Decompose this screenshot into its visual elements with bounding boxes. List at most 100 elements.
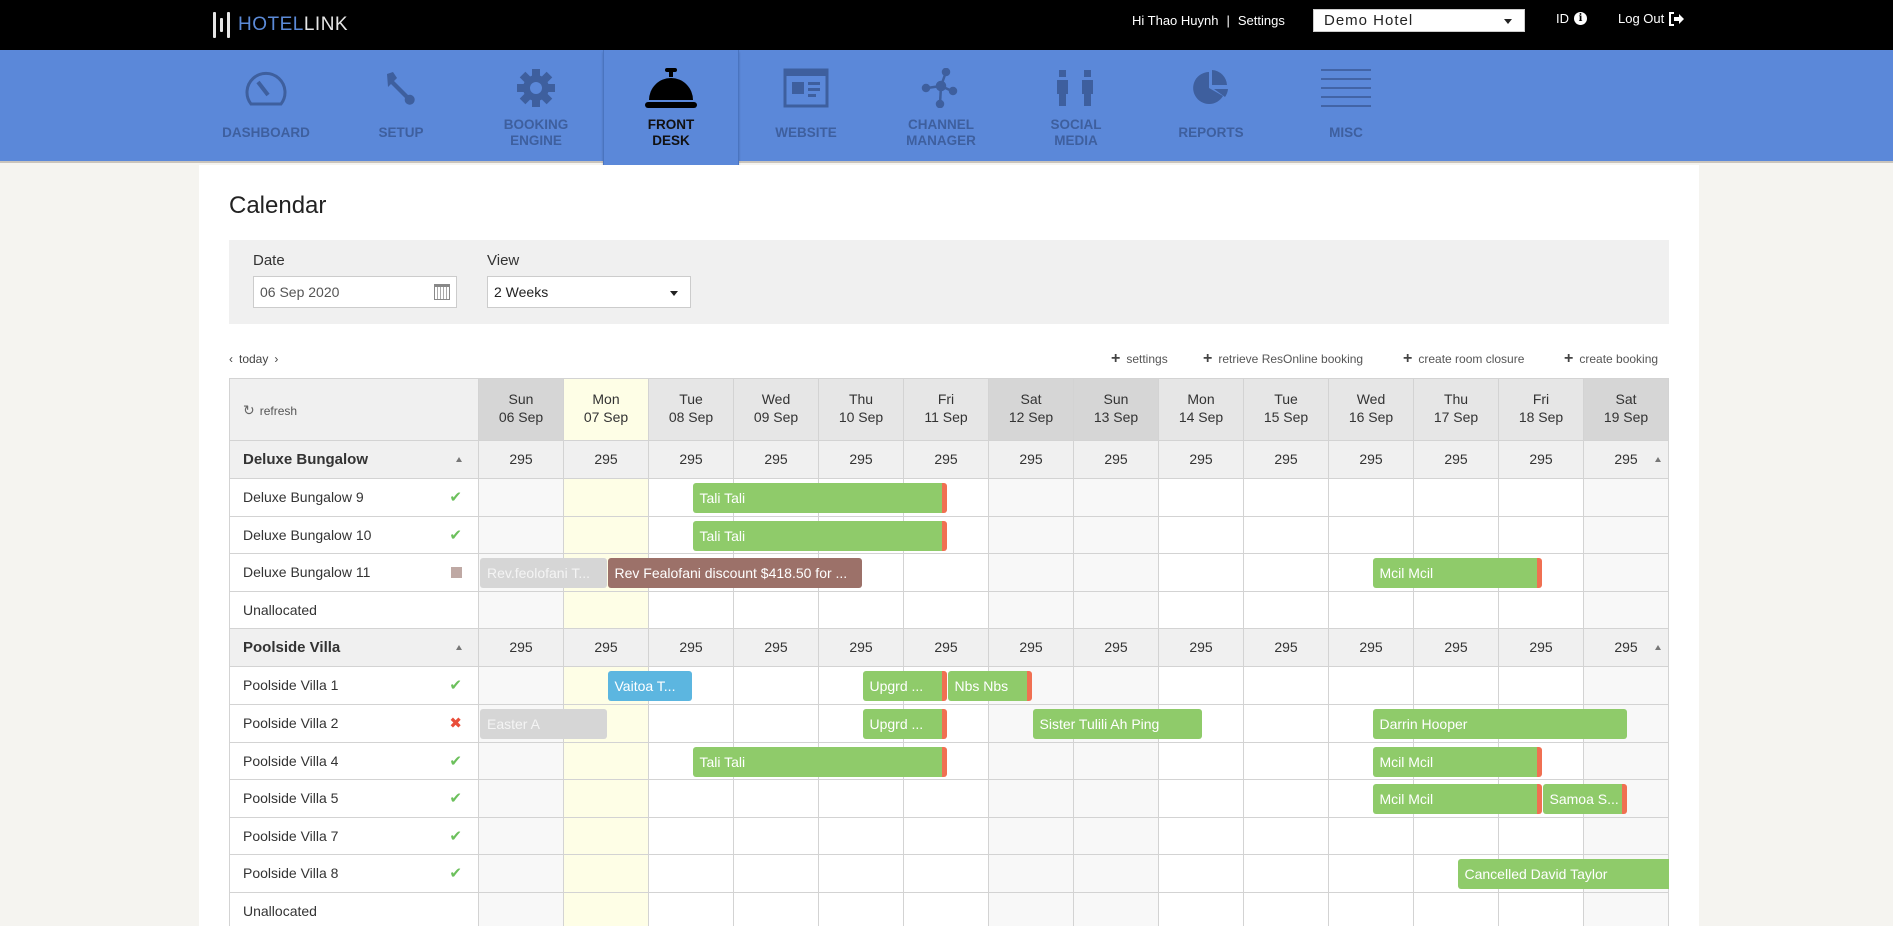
booking-bar[interactable]: Rev.feolofani T... <box>480 558 607 589</box>
day-slot[interactable] <box>819 780 904 818</box>
day-slot[interactable] <box>564 817 649 856</box>
rate-cell[interactable]: 295 <box>1499 629 1584 668</box>
day-slot[interactable] <box>1074 817 1159 856</box>
day-slot[interactable] <box>564 780 649 818</box>
day-slot[interactable] <box>904 817 989 856</box>
day-slot[interactable] <box>1074 892 1159 926</box>
booking-bar[interactable]: Samoa S... <box>1542 784 1627 815</box>
chevron-right-icon[interactable]: › <box>274 352 278 366</box>
rate-cell[interactable]: 295 <box>1074 441 1159 479</box>
day-slot[interactable] <box>1499 667 1584 705</box>
day-slot[interactable] <box>1244 780 1329 818</box>
day-slot[interactable] <box>1584 591 1669 630</box>
rate-cell[interactable]: 295 <box>819 441 904 479</box>
day-slot[interactable] <box>1414 892 1499 926</box>
day-slot[interactable] <box>649 780 734 818</box>
day-slot[interactable] <box>1414 516 1499 555</box>
view-select[interactable]: 2 Weeks <box>487 276 691 308</box>
nav-tab-dashboard[interactable]: DASHBOARD <box>198 50 334 163</box>
day-slot[interactable] <box>1244 742 1329 781</box>
rate-cell[interactable]: 295 <box>734 629 819 668</box>
day-slot[interactable] <box>564 516 649 555</box>
day-slot[interactable] <box>1159 742 1244 781</box>
day-slot[interactable] <box>649 591 734 630</box>
day-slot[interactable] <box>1074 742 1159 781</box>
booking-bar[interactable]: Upgrd ... <box>862 671 947 702</box>
day-slot[interactable] <box>1244 554 1329 592</box>
day-slot[interactable] <box>1074 855 1159 893</box>
day-slot[interactable] <box>1329 516 1414 555</box>
day-slot[interactable] <box>479 667 564 705</box>
day-slot[interactable] <box>1244 704 1329 743</box>
day-slot[interactable] <box>649 892 734 926</box>
day-slot[interactable] <box>479 479 564 517</box>
day-slot[interactable] <box>989 780 1074 818</box>
collapse-arrow-icon[interactable] <box>1655 645 1661 651</box>
day-slot[interactable] <box>1499 516 1584 555</box>
rate-cell[interactable]: 295 <box>1584 441 1669 479</box>
day-slot[interactable] <box>1499 817 1584 856</box>
day-slot[interactable] <box>1159 855 1244 893</box>
day-slot[interactable] <box>1244 479 1329 517</box>
rate-cell[interactable]: 295 <box>1244 629 1329 668</box>
booking-bar[interactable]: Easter A <box>480 708 607 739</box>
day-slot[interactable] <box>1499 591 1584 630</box>
day-slot[interactable] <box>1329 855 1414 893</box>
day-slot[interactable] <box>1584 479 1669 517</box>
collapse-arrow-icon[interactable] <box>1655 457 1661 462</box>
day-slot[interactable] <box>1499 892 1584 926</box>
rate-cell[interactable]: 295 <box>649 441 734 479</box>
day-slot[interactable] <box>1159 892 1244 926</box>
day-slot[interactable] <box>479 892 564 926</box>
booking-bar[interactable]: Upgrd ... <box>862 708 947 739</box>
day-slot[interactable] <box>564 591 649 630</box>
booking-bar[interactable]: Nbs Nbs <box>947 671 1032 702</box>
refresh-button[interactable]: ↻ refresh <box>230 379 479 441</box>
day-slot[interactable] <box>819 892 904 926</box>
booking-bar[interactable]: Mcil Mcil <box>1372 558 1542 589</box>
booking-bar[interactable]: Rev Fealofani discount $418.50 for ... <box>607 558 862 589</box>
rate-cell[interactable]: 295 <box>1414 441 1499 479</box>
day-slot[interactable] <box>1159 479 1244 517</box>
day-slot[interactable] <box>734 667 819 705</box>
day-slot[interactable] <box>479 742 564 781</box>
nav-tab-setup[interactable]: SETUP <box>333 50 469 163</box>
day-slot[interactable] <box>564 742 649 781</box>
hotellink-logo[interactable]: HOTELLINK <box>213 12 348 38</box>
day-slot[interactable] <box>1159 667 1244 705</box>
day-slot[interactable] <box>1584 516 1669 555</box>
day-slot[interactable] <box>734 591 819 630</box>
settings-action[interactable]: + settings <box>1111 350 1168 368</box>
day-slot[interactable] <box>1584 667 1669 705</box>
day-slot[interactable] <box>1244 817 1329 856</box>
day-slot[interactable] <box>1414 591 1499 630</box>
calendar-icon[interactable] <box>434 284 450 300</box>
rate-cell[interactable]: 295 <box>479 441 564 479</box>
day-slot[interactable] <box>1074 554 1159 592</box>
rate-cell[interactable]: 295 <box>904 441 989 479</box>
day-slot[interactable] <box>564 855 649 893</box>
today-link[interactable]: today <box>239 352 268 366</box>
day-slot[interactable] <box>1329 591 1414 630</box>
day-slot[interactable] <box>1159 554 1244 592</box>
day-slot[interactable] <box>1159 780 1244 818</box>
rate-cell[interactable]: 295 <box>1584 629 1669 668</box>
day-slot[interactable] <box>1584 742 1669 781</box>
booking-bar[interactable]: Mcil Mcil <box>1372 784 1542 815</box>
rate-cell[interactable]: 295 <box>819 629 904 668</box>
booking-bar[interactable]: Mcil Mcil <box>1372 746 1542 777</box>
day-slot[interactable] <box>1159 516 1244 555</box>
day-slot[interactable] <box>1244 892 1329 926</box>
collapse-arrow-icon[interactable] <box>456 645 462 651</box>
day-slot[interactable] <box>479 516 564 555</box>
day-slot[interactable] <box>904 855 989 893</box>
day-slot[interactable] <box>1329 667 1414 705</box>
day-slot[interactable] <box>989 742 1074 781</box>
day-slot[interactable] <box>1244 516 1329 555</box>
rate-cell[interactable]: 295 <box>479 629 564 668</box>
day-slot[interactable] <box>1074 780 1159 818</box>
day-slot[interactable] <box>1074 591 1159 630</box>
day-slot[interactable] <box>734 704 819 743</box>
day-slot[interactable] <box>904 554 989 592</box>
rate-cell[interactable]: 295 <box>1499 441 1584 479</box>
